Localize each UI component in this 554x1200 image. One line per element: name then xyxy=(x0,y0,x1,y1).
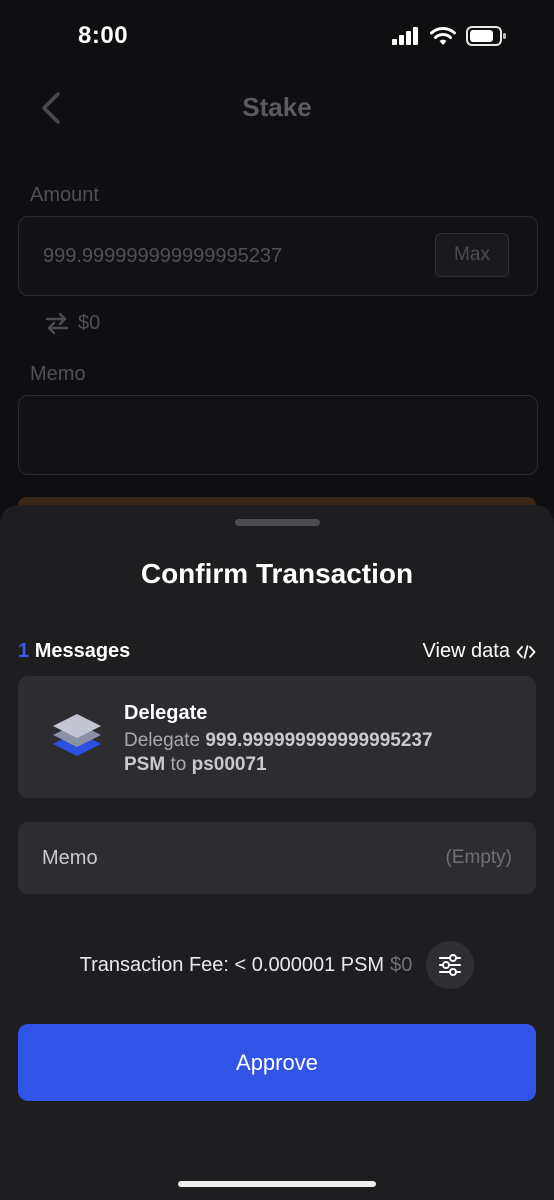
page-title: Stake xyxy=(242,92,312,122)
memo-label-bg: Memo xyxy=(30,363,86,385)
wifi-icon xyxy=(430,26,456,45)
memo-label: Memo xyxy=(42,847,98,869)
memo-field-bg[interactable] xyxy=(18,395,538,475)
sheet-title: Confirm Transaction xyxy=(140,558,414,589)
status-icons xyxy=(392,26,506,46)
code-icon xyxy=(516,644,536,659)
fee-settings-button[interactable] xyxy=(426,941,475,989)
message-amount: 999.999999999999995237 xyxy=(205,730,433,751)
approve-button[interactable]: Approve xyxy=(18,1024,536,1101)
swap-icon[interactable] xyxy=(44,310,70,341)
message-description: Delegate 999.999999999999995237 PSM to ps… xyxy=(124,729,504,777)
stack-layers-icon xyxy=(50,710,104,765)
amount-label: Amount xyxy=(30,184,99,206)
max-button[interactable]: Max xyxy=(435,233,509,277)
fee-usd: $0 xyxy=(390,953,413,976)
battery-icon xyxy=(466,26,506,46)
message-title: Delegate xyxy=(124,702,208,724)
messages-header: 1 Messages xyxy=(18,640,130,663)
memo-value: (Empty) xyxy=(445,847,513,868)
status-time: 8:00 xyxy=(78,22,129,49)
signal-icon xyxy=(392,27,418,45)
message-to: to xyxy=(170,754,187,775)
messages-count: 1 xyxy=(18,640,30,662)
home-indicator[interactable] xyxy=(178,1181,376,1187)
fee-text: Transaction Fee: < 0.000001 PSM xyxy=(79,953,385,976)
fiat-value: $0 xyxy=(78,312,101,334)
message-recipient: ps00071 xyxy=(191,754,267,775)
view-data-label: View data xyxy=(422,640,510,662)
message-denom: PSM xyxy=(124,754,166,775)
messages-label: Messages xyxy=(34,640,131,662)
sliders-icon xyxy=(439,954,462,976)
sheet-handle[interactable] xyxy=(235,519,320,526)
fee-row: Transaction Fee: < 0.000001 PSM $0 xyxy=(0,940,554,990)
amount-value: 999.999999999999995237 xyxy=(43,245,283,267)
message-verb: Delegate xyxy=(124,730,201,751)
view-data-link[interactable]: View data xyxy=(423,640,536,663)
